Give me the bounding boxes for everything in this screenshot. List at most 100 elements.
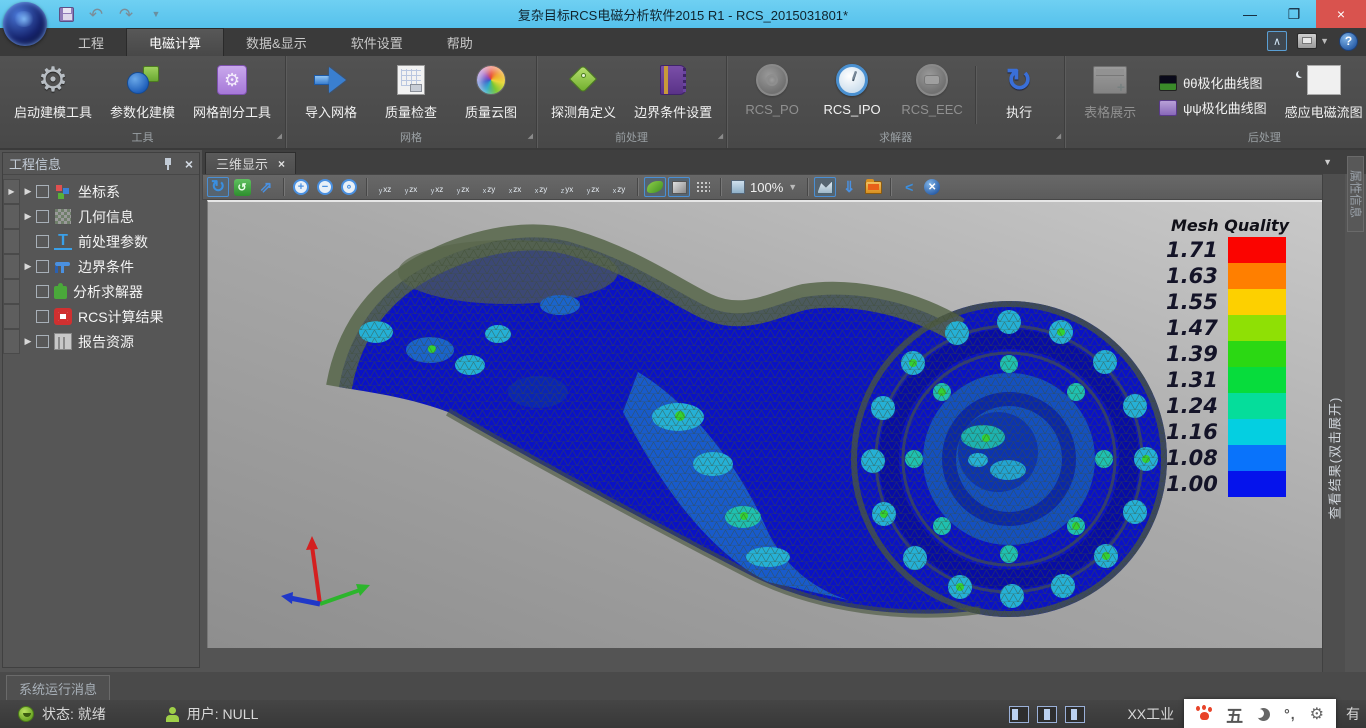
points-render-button[interactable] bbox=[692, 177, 714, 197]
layout-right-icon[interactable] bbox=[1065, 706, 1085, 723]
tree-item-report-resources[interactable]: ▶ 报告资源 bbox=[3, 329, 199, 354]
view-button-3[interactable]: yxz bbox=[425, 177, 449, 197]
group-launcher-icon[interactable]: ◢ bbox=[1056, 129, 1061, 145]
zoom-fit-button[interactable]: ∘ bbox=[338, 177, 360, 197]
tree-item-preprocess-params[interactable]: T 前处理参数 bbox=[3, 229, 199, 254]
layout-center-icon[interactable] bbox=[1037, 706, 1057, 723]
zoom-in-button[interactable]: + bbox=[290, 177, 312, 197]
system-message-tab[interactable]: 系统运行消息 bbox=[6, 675, 110, 700]
help-icon[interactable]: ? bbox=[1339, 32, 1358, 51]
app-logo-icon[interactable] bbox=[3, 2, 47, 46]
ime-popup-bar[interactable]: 五 °, ⚙ bbox=[1184, 699, 1336, 728]
close-button[interactable]: × bbox=[1316, 0, 1366, 28]
pin-icon[interactable] bbox=[163, 157, 173, 171]
expand-icon[interactable]: ▶ bbox=[20, 336, 36, 347]
mesh-partition-tool-button[interactable]: ⚙ 网格剖分工具 bbox=[185, 60, 279, 130]
expand-icon[interactable]: ▶ bbox=[20, 211, 36, 222]
tree-item-coordinate-system[interactable]: ▶ ▶ 坐标系 bbox=[3, 179, 199, 204]
collapse-ribbon-icon[interactable]: ∧ bbox=[1267, 31, 1287, 51]
view-button-7[interactable]: xzy bbox=[529, 177, 553, 197]
table-window-icon bbox=[1093, 66, 1127, 94]
display-style-button[interactable]: ▼ bbox=[1297, 33, 1329, 49]
tree-item-boundary-conditions[interactable]: ▶ 边界条件 bbox=[3, 254, 199, 279]
refresh-view-button[interactable]: ↺ bbox=[231, 177, 253, 197]
orbit-rotate-button[interactable]: ↻ bbox=[207, 177, 229, 197]
view-button-10[interactable]: xzy bbox=[607, 177, 631, 197]
menu-tab-data-display[interactable]: 数据&显示 bbox=[224, 28, 329, 56]
quality-contour-button[interactable]: 质量云图 bbox=[452, 60, 530, 130]
results-side-strip[interactable]: 查看结果(双击展开) bbox=[1322, 174, 1345, 672]
redo-button[interactable]: ↷ bbox=[116, 4, 136, 24]
tab-list-dropdown-icon[interactable]: ▼ bbox=[1323, 157, 1332, 167]
close-tab-icon[interactable]: × bbox=[278, 157, 285, 171]
view-button-8[interactable]: zyx bbox=[555, 177, 579, 197]
chart-icon bbox=[1159, 75, 1177, 91]
tree-item-rcs-results[interactable]: RCS计算结果 bbox=[3, 304, 199, 329]
properties-side-tab[interactable]: 属性信息 bbox=[1347, 156, 1364, 232]
checkbox[interactable] bbox=[36, 235, 49, 248]
checkbox[interactable] bbox=[36, 210, 49, 223]
view-button-6[interactable]: xzx bbox=[503, 177, 527, 197]
zoom-level-select[interactable]: 100% ▼ bbox=[727, 180, 801, 195]
undo-button[interactable]: ↶ bbox=[86, 4, 106, 24]
close-view-button[interactable]: ✕ bbox=[921, 177, 943, 197]
restore-button[interactable]: ❐ bbox=[1272, 0, 1316, 28]
menu-tab-help[interactable]: 帮助 bbox=[425, 28, 495, 56]
fit-selection-button[interactable] bbox=[814, 177, 836, 197]
capture-folder-button[interactable] bbox=[862, 177, 884, 197]
qat-customize-button[interactable]: ▼ bbox=[146, 4, 166, 24]
checkbox[interactable] bbox=[36, 185, 49, 198]
expand-icon[interactable]: ▶ bbox=[20, 261, 36, 272]
group-launcher-icon[interactable]: ◢ bbox=[718, 129, 723, 145]
execute-button[interactable]: ↻ 执行 bbox=[980, 60, 1058, 130]
menu-bar: 工程 电磁计算 数据&显示 软件设置 帮助 ∧ ▼ ? bbox=[0, 28, 1366, 56]
moon-icon[interactable] bbox=[1257, 708, 1270, 721]
ime-mode-char[interactable]: 五 bbox=[1226, 702, 1243, 727]
quality-check-button[interactable]: 质量检查 bbox=[372, 60, 450, 130]
view-button-4[interactable]: yzx bbox=[451, 177, 475, 197]
checkbox[interactable] bbox=[36, 260, 49, 273]
view-button-9[interactable]: yzx bbox=[581, 177, 605, 197]
layout-left-icon[interactable] bbox=[1009, 706, 1029, 723]
group-launcher-icon[interactable]: ◢ bbox=[277, 129, 282, 145]
share-view-button[interactable]: < bbox=[897, 177, 919, 197]
minimize-button[interactable]: — bbox=[1228, 0, 1272, 28]
induced-em-current-map-button[interactable]: 感应电磁流图 bbox=[1277, 60, 1366, 130]
tab-3d-display[interactable]: 三维显示 × bbox=[205, 152, 296, 174]
row-expander-icon[interactable]: ▶ bbox=[3, 179, 20, 204]
close-icon[interactable]: × bbox=[185, 157, 193, 171]
menu-tab-settings[interactable]: 软件设置 bbox=[329, 28, 425, 56]
checkbox[interactable] bbox=[36, 310, 49, 323]
checkbox[interactable] bbox=[36, 335, 49, 348]
view-button-2[interactable]: yzx bbox=[399, 177, 423, 197]
rcs-ipo-button[interactable]: RCS_IPO bbox=[813, 60, 891, 130]
flat-render-button[interactable] bbox=[668, 177, 690, 197]
boundary-condition-settings-button[interactable]: 边界条件设置 bbox=[626, 60, 720, 130]
import-mesh-button[interactable]: 导入网格 bbox=[292, 60, 370, 130]
expand-icon[interactable]: ▶ bbox=[20, 186, 36, 197]
ime-paw-icon[interactable] bbox=[1196, 706, 1212, 722]
download-view-button[interactable]: ⇓ bbox=[838, 177, 860, 197]
copyright-text-left: XX工业 bbox=[1127, 704, 1174, 724]
view-button-5[interactable]: xzy bbox=[477, 177, 501, 197]
3d-viewport-canvas[interactable]: Mesh Quality 1.71 1.63 1.55 1.47 1.39 1.… bbox=[207, 200, 1322, 648]
checkbox[interactable] bbox=[36, 285, 49, 298]
pan-resize-button[interactable]: ⇗ bbox=[255, 177, 277, 197]
menu-tab-project[interactable]: 工程 bbox=[56, 28, 126, 56]
tree-item-analysis-solver[interactable]: 分析求解器 bbox=[3, 279, 199, 304]
shaded-render-button[interactable] bbox=[644, 177, 666, 197]
probe-angle-define-button[interactable]: 探测角定义 bbox=[543, 60, 624, 130]
view-button-1[interactable]: yxz bbox=[373, 177, 397, 197]
psi-polarization-curve-button[interactable]: ψψ极化曲线图 bbox=[1159, 98, 1267, 117]
tree-item-geometry-info[interactable]: ▶ 几何信息 bbox=[3, 204, 199, 229]
parametric-modeling-button[interactable]: 参数化建模 bbox=[102, 60, 183, 130]
launch-modeling-tool-button[interactable]: ⚙ 启动建模工具 bbox=[6, 60, 100, 130]
ime-punctuation[interactable]: °, bbox=[1284, 706, 1296, 722]
menu-tab-em-compute[interactable]: 电磁计算 bbox=[126, 28, 224, 56]
zoom-out-button[interactable]: − bbox=[314, 177, 336, 197]
group-launcher-icon[interactable]: ◢ bbox=[528, 129, 533, 145]
save-button[interactable] bbox=[56, 4, 76, 24]
gear-icon[interactable]: ⚙ bbox=[1310, 704, 1324, 724]
viewport-toolbar: ↻ ↺ ⇗ + − ∘ yxz yzx yxz yzx xzy xzx xzy … bbox=[202, 174, 1345, 200]
theta-polarization-curve-button[interactable]: θθ极化曲线图 bbox=[1159, 73, 1267, 92]
